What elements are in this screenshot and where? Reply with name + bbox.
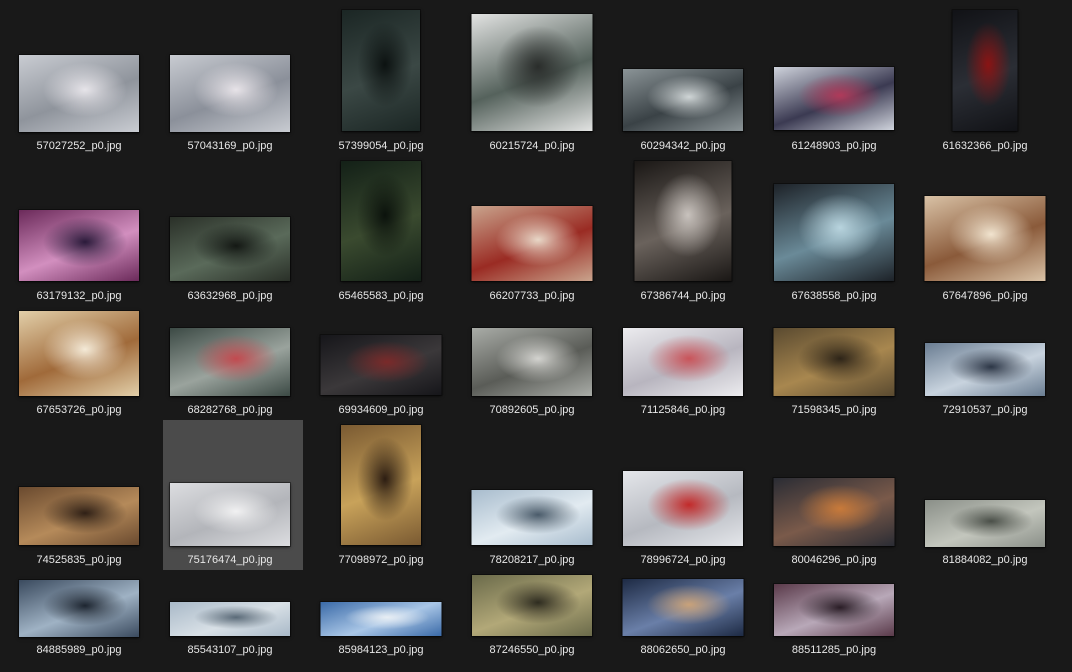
file-name-label: 88062650_p0.jpg: [640, 644, 726, 656]
file-name-label: 80046296_p0.jpg: [791, 554, 877, 566]
file-name-label: 60294342_p0.jpg: [640, 140, 726, 152]
image-thumbnail[interactable]: [170, 483, 290, 546]
image-thumbnail[interactable]: [952, 10, 1018, 131]
image-thumbnail[interactable]: [170, 55, 290, 132]
file-name-label: 63632968_p0.jpg: [187, 290, 273, 302]
image-thumbnail[interactable]: [925, 343, 1045, 396]
image-thumbnail[interactable]: [773, 478, 895, 546]
file-name-label: 78996724_p0.jpg: [640, 554, 726, 566]
file-name-label: 84885989_p0.jpg: [36, 644, 122, 656]
image-thumbnail[interactable]: [320, 335, 442, 395]
file-name-label: 75176474_p0.jpg: [187, 554, 273, 566]
image-thumbnail[interactable]: [19, 487, 139, 545]
file-grid: 57027252_p0.jpg 57043169_p0.jpg 57399054_p…: [0, 0, 1072, 672]
image-thumbnail[interactable]: [19, 580, 139, 637]
file-name-label: 69934609_p0.jpg: [338, 404, 424, 416]
file-name-label: 57399054_p0.jpg: [338, 140, 424, 152]
image-thumbnail[interactable]: [774, 67, 894, 130]
file-name-label: 66207733_p0.jpg: [489, 290, 575, 302]
file-name-label: 81884082_p0.jpg: [942, 554, 1028, 566]
file-name-label: 63179132_p0.jpg: [36, 290, 122, 302]
image-thumbnail[interactable]: [774, 184, 894, 281]
image-thumbnail[interactable]: [320, 602, 442, 636]
file-name-label: 72910537_p0.jpg: [942, 404, 1028, 416]
file-name-label: 61632366_p0.jpg: [942, 140, 1028, 152]
image-thumbnail[interactable]: [924, 196, 1046, 281]
image-thumbnail[interactable]: [170, 328, 290, 396]
file-name-label: 57043169_p0.jpg: [187, 140, 273, 152]
file-name-label: 68282768_p0.jpg: [187, 404, 273, 416]
image-thumbnail[interactable]: [773, 328, 895, 396]
file-name-label: 65465583_p0.jpg: [338, 290, 424, 302]
file-name-label: 78208217_p0.jpg: [489, 554, 575, 566]
image-thumbnail[interactable]: [925, 500, 1045, 547]
file-name-label: 67653726_p0.jpg: [36, 404, 122, 416]
file-name-label: 74525835_p0.jpg: [36, 554, 122, 566]
image-thumbnail[interactable]: [170, 602, 290, 636]
image-thumbnail[interactable]: [471, 14, 593, 131]
file-name-label: 60215724_p0.jpg: [489, 140, 575, 152]
file-name-label: 71125846_p0.jpg: [640, 404, 726, 416]
image-thumbnail[interactable]: [622, 579, 744, 636]
image-thumbnail[interactable]: [342, 10, 420, 131]
file-name-label: 85543107_p0.jpg: [187, 644, 273, 656]
file-name-label: 77098972_p0.jpg: [338, 554, 424, 566]
image-thumbnail[interactable]: [774, 584, 894, 636]
image-thumbnail[interactable]: [170, 217, 290, 281]
file-name-label: 67386744_p0.jpg: [640, 290, 726, 302]
image-thumbnail[interactable]: [623, 328, 743, 396]
image-thumbnail[interactable]: [19, 55, 139, 132]
image-thumbnail[interactable]: [623, 471, 743, 546]
file-name-label: 57027252_p0.jpg: [36, 140, 122, 152]
image-thumbnail[interactable]: [472, 575, 592, 636]
file-name-label: 70892605_p0.jpg: [489, 404, 575, 416]
image-thumbnail[interactable]: [471, 490, 593, 545]
image-thumbnail[interactable]: [19, 210, 139, 281]
file-name-label: 67647896_p0.jpg: [942, 290, 1028, 302]
image-thumbnail[interactable]: [341, 161, 421, 281]
image-thumbnail[interactable]: [623, 69, 743, 131]
image-thumbnail[interactable]: [19, 311, 139, 396]
image-thumbnail[interactable]: [471, 206, 593, 281]
image-thumbnail[interactable]: [472, 328, 592, 396]
file-name-label: 61248903_p0.jpg: [791, 140, 877, 152]
file-name-label: 67638558_p0.jpg: [791, 290, 877, 302]
file-name-label: 71598345_p0.jpg: [791, 404, 877, 416]
image-thumbnail[interactable]: [341, 425, 421, 545]
file-name-label: 87246550_p0.jpg: [489, 644, 575, 656]
file-name-label: 88511285_p0.jpg: [791, 644, 877, 656]
file-name-label: 85984123_p0.jpg: [338, 644, 424, 656]
image-thumbnail[interactable]: [634, 161, 732, 281]
